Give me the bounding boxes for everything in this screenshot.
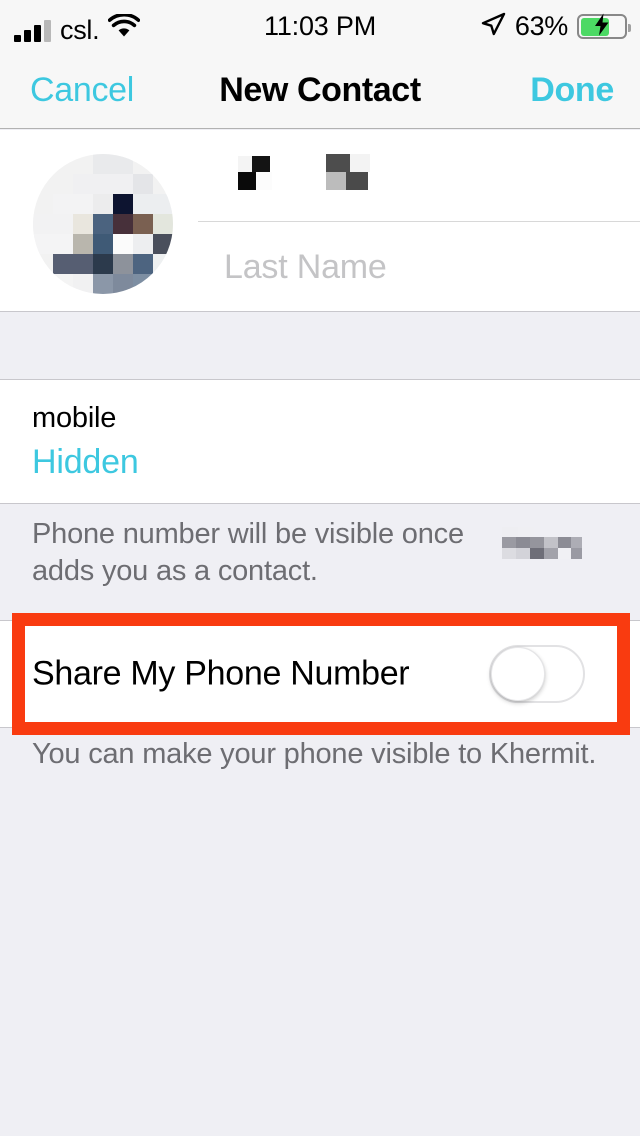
phone-visibility-note: Phone number will be visible once adds y…: [0, 505, 640, 620]
phone-value[interactable]: Hidden: [32, 443, 139, 482]
name-fields: Last Name: [198, 130, 640, 312]
location-arrow-icon: [480, 11, 506, 42]
first-name-field[interactable]: [198, 130, 640, 222]
toggle-knob: [491, 647, 545, 701]
share-phone-note-text: You can make your phone visible to Kherm…: [32, 738, 597, 770]
battery-percent-label: 63%: [514, 11, 568, 41]
phone-visibility-note-line1: Phone number will be visible once: [32, 518, 464, 550]
first-name-redacted-value-2: [326, 154, 388, 190]
contact-photo-avatar[interactable]: [33, 154, 173, 294]
note-redacted-name: [502, 527, 582, 559]
iphone-screen: csl. 11:03 PM 63% Cancel New Contact Don…: [0, 0, 640, 1136]
share-phone-toggle[interactable]: [489, 645, 585, 703]
status-bar: csl. 11:03 PM 63%: [0, 0, 640, 53]
share-my-phone-number-row[interactable]: Share My Phone Number: [0, 620, 640, 728]
phone-visibility-note-line2: adds you as a contact.: [32, 555, 318, 587]
share-phone-note: You can make your phone visible to Kherm…: [0, 728, 640, 1136]
phone-number-row[interactable]: mobile Hidden: [0, 380, 640, 504]
contact-name-section: Last Name: [0, 130, 640, 312]
battery-charging-icon: [577, 13, 631, 39]
done-button[interactable]: Done: [530, 71, 614, 110]
section-gap: [0, 312, 640, 380]
status-bar-right: 63%: [480, 11, 631, 42]
first-name-redacted-value: [224, 156, 294, 190]
last-name-placeholder: Last Name: [224, 247, 387, 286]
navigation-bar: Cancel New Contact Done: [0, 53, 640, 129]
phone-label: mobile: [32, 402, 117, 434]
last-name-field[interactable]: Last Name: [198, 222, 640, 312]
share-phone-label: Share My Phone Number: [32, 654, 410, 693]
